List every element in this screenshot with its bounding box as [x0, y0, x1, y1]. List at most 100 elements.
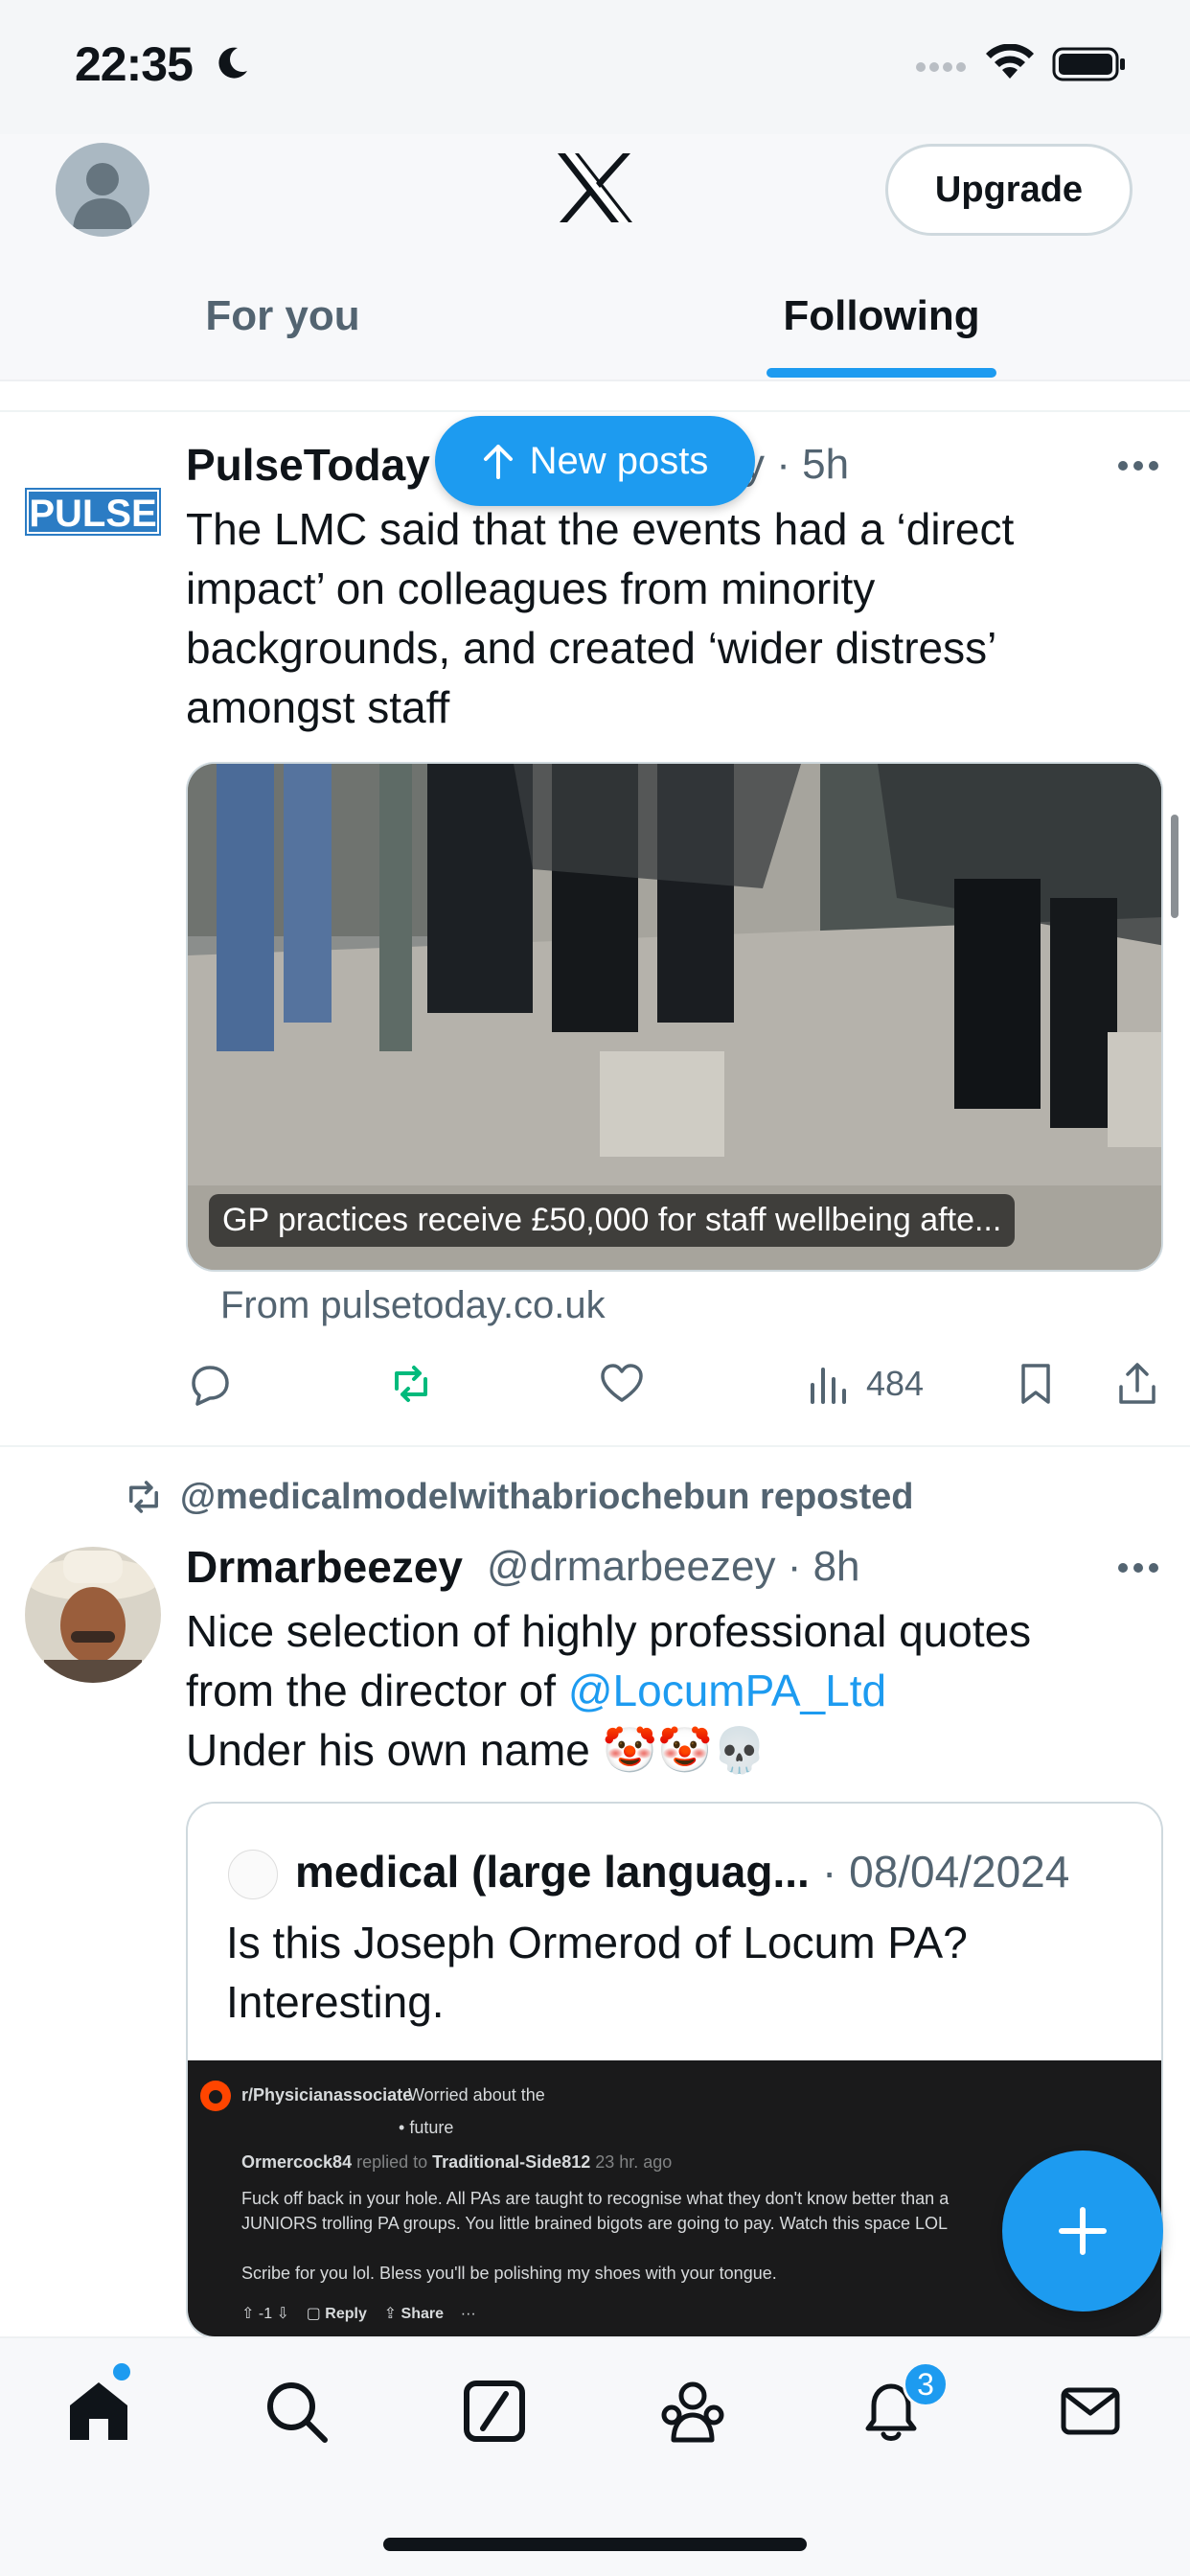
tweet-meta: y · 5h	[744, 441, 849, 489]
quoted-tweet-text: Is this Joseph Ormerod of Locum PA? Inte…	[226, 1918, 968, 2027]
thread-title: Worried about the	[408, 2085, 545, 2104]
search-icon	[267, 2382, 328, 2443]
tab-home[interactable]	[60, 2373, 137, 2450]
share-icon	[1119, 1363, 1156, 1404]
meta-separator: ·	[822, 1847, 850, 1897]
author-avatar[interactable]	[25, 1547, 161, 1683]
tweet-text: Nice selection of highly professional qu…	[186, 1601, 1144, 1780]
views-count: 484	[866, 1364, 925, 1403]
messages-icon	[1061, 2387, 1120, 2435]
views-button[interactable]: 484	[805, 1355, 924, 1413]
new-posts-button[interactable]: New posts	[435, 416, 755, 506]
tweet-text-line: Under his own name 🤡🤡💀	[186, 1725, 767, 1775]
new-posts-label: New posts	[529, 439, 709, 482]
comment-age: 23 hr. ago	[595, 2152, 673, 2172]
tab-following[interactable]: Following	[767, 288, 996, 345]
thread-title-text: future	[409, 2118, 454, 2137]
tweet-divider	[0, 1445, 1190, 1447]
repost-button[interactable]	[387, 1355, 435, 1413]
tweet-meta: @drmarbeezey · 8h	[487, 1543, 860, 1591]
comment-actions: ⇧ -1 ⇩ ▢ Reply ⇪ Share ···	[241, 2306, 476, 2322]
plus-icon	[1059, 2207, 1107, 2255]
link-card-source[interactable]: From pulsetoday.co.uk	[220, 1284, 606, 1327]
default-avatar-icon	[73, 163, 132, 229]
app-header: Upgrade For you Following	[0, 134, 1190, 381]
upgrade-button[interactable]: Upgrade	[885, 144, 1133, 236]
comment-header: Ormercock84 replied to Traditional-Side8…	[241, 2152, 672, 2173]
meta-separator: ·	[787, 1543, 813, 1590]
svg-text:PULSE: PULSE	[29, 493, 156, 535]
compose-post-button[interactable]	[1002, 2150, 1163, 2312]
comment-share-label: Share	[400, 2306, 444, 2322]
replied-to-prefix: replied to	[356, 2152, 428, 2172]
notification-count-badge: 3	[903, 2361, 949, 2407]
pulse-logo-avatar: PULSE	[25, 488, 161, 536]
link-card-image[interactable]: GP practices receive £50,000 for staff w…	[186, 762, 1163, 1272]
tweet-timestamp[interactable]: 8h	[813, 1543, 860, 1590]
home-unread-dot	[113, 2363, 130, 2380]
views-icon	[811, 1368, 846, 1404]
quoted-author-name: medical (large languag...	[295, 1847, 810, 1897]
quoted-tweet-date: · 08/04/2024	[822, 1846, 1069, 1898]
tweet-text-line: from the director of @LocumPA_Ltd	[186, 1661, 1144, 1720]
subreddit-icon	[200, 2081, 231, 2111]
author-avatar[interactable]: PULSE	[25, 484, 161, 541]
reposted-by-label: @medicalmodelwithabriochebun reposted	[180, 1476, 914, 1517]
feed-divider	[0, 410, 1190, 412]
tab-active-indicator	[767, 368, 996, 378]
tab-grok[interactable]	[456, 2373, 533, 2450]
thread-title-cont: • future	[399, 2118, 454, 2137]
comment-user: Ormercock84	[241, 2152, 353, 2172]
tab-messages[interactable]	[1052, 2373, 1129, 2450]
scrollbar[interactable]	[1171, 815, 1179, 918]
author-handle[interactable]: @drmarbeezey	[487, 1543, 775, 1590]
mention-link[interactable]: @LocumPA_Ltd	[568, 1666, 886, 1715]
status-time: 22:35	[75, 37, 194, 91]
replied-to-user: Traditional-Side812	[432, 2152, 591, 2172]
repost-context[interactable]: @medicalmodelwithabriochebun reposted	[123, 1476, 914, 1518]
moon-icon	[218, 47, 247, 79]
home-indicator[interactable]	[383, 2538, 807, 2551]
repost-icon	[129, 1481, 158, 1513]
comment-score: -1	[258, 2306, 273, 2322]
tweet-text: The LMC said that the events had a ‘dire…	[186, 504, 1015, 732]
tab-search[interactable]	[258, 2373, 334, 2450]
bookmark-icon	[1021, 1364, 1050, 1404]
communities-icon	[661, 2381, 724, 2443]
like-button[interactable]	[598, 1355, 646, 1413]
author-display-name[interactable]: Drmarbeezey	[186, 1541, 463, 1593]
quoted-author-avatar	[228, 1850, 278, 1899]
tab-communities[interactable]	[654, 2373, 731, 2450]
tweet-text-fragment: from the director of	[186, 1666, 568, 1715]
tweet-action-bar: 484	[186, 1355, 1163, 1413]
home-icon	[70, 2382, 127, 2440]
quoted-date-value: 08/04/2024	[849, 1847, 1070, 1897]
comment-body-line: Fuck off back in your hole. All PAs are …	[241, 2189, 950, 2208]
profile-avatar-button[interactable]	[56, 143, 149, 237]
more-options-icon[interactable]	[1117, 460, 1159, 472]
author-display-name[interactable]: PulseToday	[186, 439, 430, 491]
repost-icon	[395, 1366, 427, 1402]
tab-for-you[interactable]: For you	[144, 288, 422, 345]
tweet-timestamp[interactable]: 5h	[802, 441, 849, 488]
tweet-text-line: Nice selection of highly professional qu…	[186, 1606, 1032, 1656]
meta-separator: ·	[776, 441, 803, 488]
reply-button[interactable]	[186, 1355, 234, 1413]
more-options-icon[interactable]	[1117, 1562, 1159, 1574]
comment-reply-label: Reply	[325, 2306, 367, 2322]
grok-icon	[464, 2380, 525, 2442]
comment-body-line: Scribe for you lol. Bless you'll be poli…	[241, 2264, 777, 2283]
wifi-icon	[986, 44, 1034, 79]
status-bar: 22:35	[0, 0, 1190, 134]
cowboy-avatar-photo	[25, 1547, 161, 1683]
battery-icon	[1052, 47, 1125, 81]
subreddit-name: r/Physicianassociate	[241, 2085, 413, 2104]
reply-icon	[192, 1366, 229, 1406]
x-logo-icon[interactable]	[556, 151, 634, 224]
heart-icon	[601, 1364, 643, 1402]
comment-body-line: JUNIORS trolling PA groups. You little b…	[241, 2214, 949, 2233]
link-card-title: GP practices receive £50,000 for staff w…	[209, 1194, 1016, 1247]
share-button[interactable]	[1113, 1355, 1161, 1413]
cellular-signal-icon	[916, 62, 966, 72]
bookmark-button[interactable]	[1012, 1355, 1060, 1413]
